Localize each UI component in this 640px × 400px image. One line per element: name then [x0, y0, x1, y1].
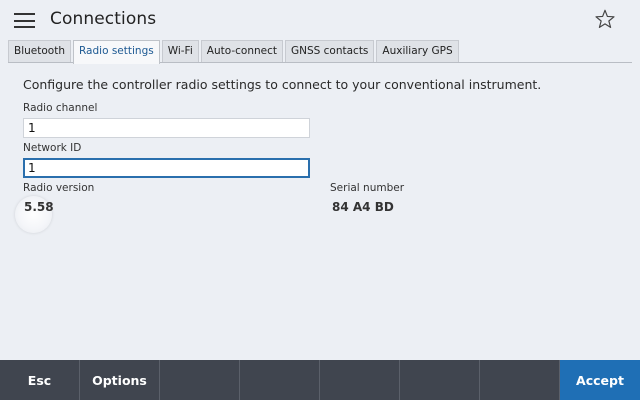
radio-settings-panel: Configure the controller radio settings …: [8, 63, 632, 357]
network-id-input[interactable]: [23, 158, 310, 178]
accept-button[interactable]: Accept: [560, 360, 640, 400]
tab-auto-connect[interactable]: Auto-connect: [200, 40, 283, 63]
tab-gnss-contacts[interactable]: GNSS contacts: [284, 40, 375, 63]
description-text: Configure the controller radio settings …: [23, 77, 542, 92]
radio-version-value: 5.58: [24, 200, 54, 214]
serial-number-label: Serial number: [330, 182, 405, 194]
tab-auxiliary-gps[interactable]: Auxiliary GPS: [376, 40, 459, 63]
empty-softkey-4: [240, 360, 320, 400]
empty-softkey-3: [160, 360, 240, 400]
empty-softkey-6: [400, 360, 480, 400]
esc-button[interactable]: Esc: [0, 360, 80, 400]
tab-bar: Bluetooth Radio settings Wi-Fi Auto-conn…: [8, 40, 459, 64]
serial-number-value: 84 A4 BD: [332, 200, 394, 214]
tab-radio-settings[interactable]: Radio settings: [72, 40, 160, 64]
softkey-bar: Esc Options Accept: [0, 360, 640, 400]
radio-channel-label: Radio channel: [23, 102, 98, 114]
empty-softkey-5: [320, 360, 400, 400]
hamburger-menu-icon[interactable]: [14, 13, 35, 28]
star-icon[interactable]: [594, 8, 616, 30]
tab-wifi[interactable]: Wi-Fi: [161, 40, 199, 63]
radio-version-label: Radio version: [23, 182, 95, 194]
empty-softkey-7: [480, 360, 560, 400]
top-bar: Connections: [0, 0, 640, 40]
page-title: Connections: [50, 9, 157, 29]
tab-bluetooth[interactable]: Bluetooth: [8, 40, 71, 63]
radio-channel-input[interactable]: [23, 118, 310, 138]
options-button[interactable]: Options: [80, 360, 160, 400]
network-id-label: Network ID: [23, 142, 82, 154]
